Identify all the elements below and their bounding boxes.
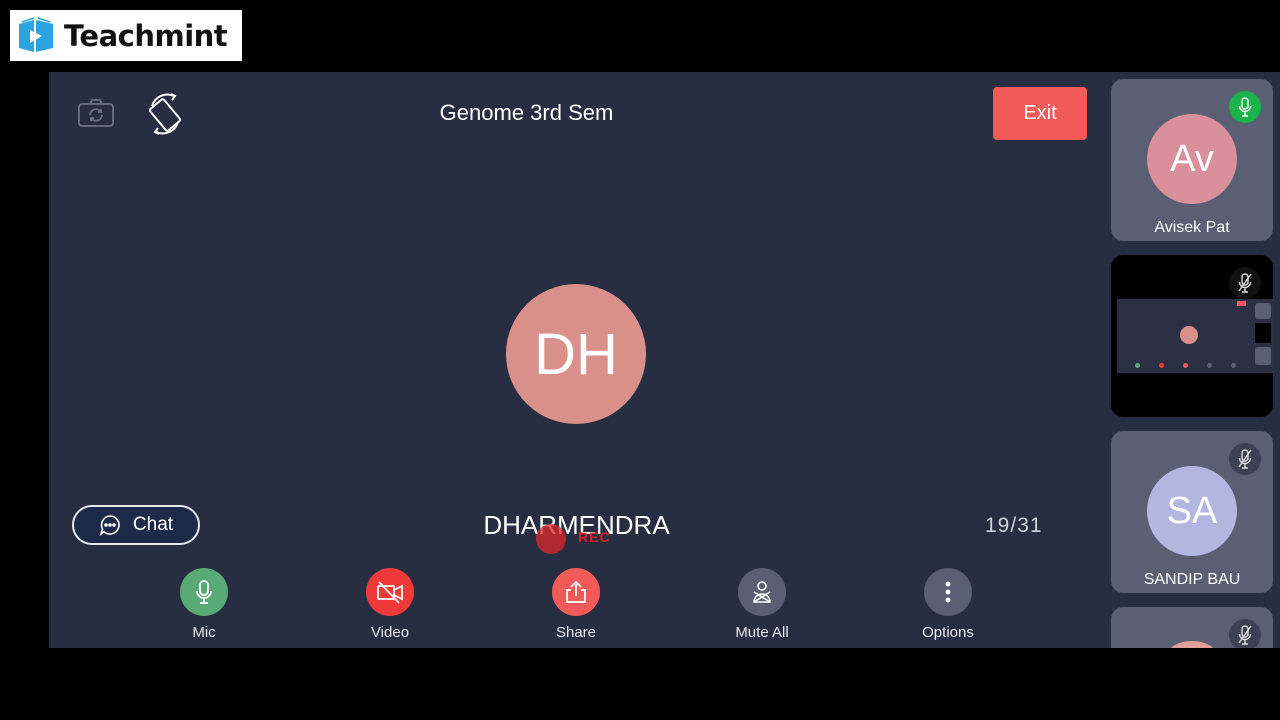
mic-circle[interactable] bbox=[180, 568, 228, 616]
mic-on-badge bbox=[1229, 91, 1261, 123]
participant-tile[interactable]: SA SANDIP BAU bbox=[1111, 431, 1273, 593]
teachmint-logo: Teachmint bbox=[10, 10, 242, 61]
brand-name: Teachmint bbox=[64, 18, 228, 53]
mic-off-badge bbox=[1229, 619, 1261, 648]
recording-indicator-dot bbox=[536, 524, 566, 554]
participant-tile-screen-share[interactable] bbox=[1111, 255, 1273, 417]
recording-label: REC bbox=[578, 529, 611, 545]
microphone-icon bbox=[196, 580, 212, 604]
mic-off-icon bbox=[1238, 273, 1252, 293]
participant-name: Avisek Pat bbox=[1154, 219, 1230, 236]
mute-all-icon bbox=[753, 581, 771, 603]
video-button[interactable]: Video bbox=[340, 568, 440, 641]
mic-off-icon bbox=[1238, 625, 1252, 645]
mic-button[interactable]: Mic bbox=[154, 568, 254, 641]
chat-button[interactable]: Chat bbox=[72, 505, 200, 545]
exit-button[interactable]: Exit bbox=[993, 87, 1087, 140]
mute-all-circle[interactable] bbox=[738, 568, 786, 616]
options-button[interactable]: Options bbox=[898, 568, 998, 641]
video-off-icon bbox=[377, 581, 403, 604]
video-label: Video bbox=[370, 624, 410, 641]
mic-label: Mic bbox=[192, 624, 216, 641]
mic-off-badge bbox=[1229, 267, 1261, 299]
participant-avatar: Av bbox=[1147, 114, 1237, 204]
chat-bubble-icon bbox=[99, 515, 120, 536]
mute-all-button[interactable]: Mute All bbox=[712, 568, 812, 641]
participant-avatar bbox=[1167, 641, 1217, 648]
teachmint-book-play-icon bbox=[19, 16, 53, 52]
options-circle[interactable] bbox=[924, 568, 972, 616]
share-circle[interactable] bbox=[552, 568, 600, 616]
participant-name: SANDIP BAU bbox=[1143, 571, 1241, 588]
participant-avatar: SA bbox=[1147, 466, 1237, 556]
share-button[interactable]: Share bbox=[526, 568, 626, 641]
chat-label: Chat bbox=[132, 514, 174, 535]
microphone-icon bbox=[1238, 97, 1252, 117]
mute-all-label: Mute All bbox=[735, 624, 789, 641]
video-circle[interactable] bbox=[366, 568, 414, 616]
bottom-letterbox bbox=[0, 648, 1280, 720]
more-vertical-icon bbox=[945, 581, 951, 603]
participant-tile[interactable] bbox=[1111, 607, 1273, 648]
mic-off-icon bbox=[1238, 449, 1252, 469]
share-icon bbox=[566, 580, 586, 603]
mic-off-badge bbox=[1229, 443, 1261, 475]
participant-tile[interactable]: Av Avisek Pat bbox=[1111, 79, 1273, 241]
screen-share-preview bbox=[1117, 299, 1273, 373]
options-label: Options bbox=[922, 624, 974, 641]
speaker-avatar: DH bbox=[506, 284, 646, 424]
share-label: Share bbox=[555, 624, 597, 641]
participant-counter: 19/31 bbox=[985, 514, 1043, 537]
class-title: Genome 3rd Sem bbox=[439, 100, 614, 125]
